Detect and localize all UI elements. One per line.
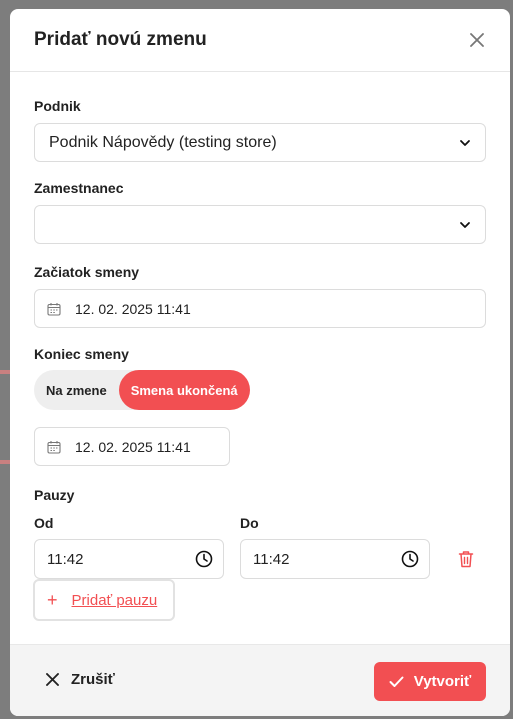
clock-icon[interactable] <box>401 550 419 568</box>
modal-header: Pridať novú zmenu <box>10 9 510 72</box>
close-icon <box>46 673 59 686</box>
add-shift-modal: Pridať novú zmenu Podnik Podnik Nápovědy… <box>10 9 510 716</box>
chevron-down-icon <box>460 139 470 146</box>
trash-icon <box>458 551 474 568</box>
modal-body: Podnik Podnik Nápovědy (testing store) Z… <box>10 72 510 643</box>
pause-from-value: 11:42 <box>47 550 84 568</box>
pause-to-input[interactable]: 11:42 <box>240 539 430 579</box>
shift-status-toggle: Na zmene Smena ukončená <box>34 370 250 410</box>
store-select-value: Podnik Nápovědy (testing store) <box>49 133 277 151</box>
toggle-on-shift[interactable]: Na zmene <box>34 370 119 410</box>
pauses-label: Pauzy <box>34 487 75 503</box>
clock-icon[interactable] <box>195 550 213 568</box>
store-label: Podnik <box>34 98 81 114</box>
cancel-label: Zrušiť <box>71 671 115 688</box>
shift-start-value: 12. 02. 2025 11:41 <box>75 300 191 317</box>
plus-icon: + <box>47 590 58 610</box>
close-icon <box>470 33 484 47</box>
pause-from-label: Od <box>34 515 54 531</box>
calendar-icon <box>47 440 61 454</box>
toggle-shift-ended[interactable]: Smena ukončená <box>118 370 250 410</box>
employee-select[interactable] <box>34 205 486 244</box>
delete-pause-button[interactable] <box>456 549 476 569</box>
create-button[interactable]: Vytvoriť <box>374 662 486 701</box>
check-icon <box>389 676 404 687</box>
add-pause-button[interactable]: + Pridať pauzu <box>33 579 175 621</box>
create-label: Vytvoriť <box>413 673 472 690</box>
pause-to-label: Do <box>240 515 259 531</box>
cancel-button[interactable]: Zrušiť <box>46 671 115 688</box>
shift-end-input[interactable]: 12. 02. 2025 11:41 <box>34 427 230 466</box>
store-select[interactable]: Podnik Nápovědy (testing store) <box>34 123 486 162</box>
pause-to-value: 11:42 <box>253 550 290 568</box>
close-button[interactable] <box>466 29 488 51</box>
employee-label: Zamestnanec <box>34 180 124 196</box>
shift-start-input[interactable]: 12. 02. 2025 11:41 <box>34 289 486 328</box>
modal-title: Pridať novú zmenu <box>34 29 207 50</box>
modal-footer: Zrušiť Vytvoriť <box>10 644 510 716</box>
shift-end-value: 12. 02. 2025 11:41 <box>75 438 191 455</box>
shift-start-label: Začiatok smeny <box>34 264 140 280</box>
add-pause-label: Pridať pauzu <box>71 591 158 609</box>
shift-end-label: Koniec smeny <box>34 346 129 362</box>
chevron-down-icon <box>460 221 470 228</box>
pause-from-input[interactable]: 11:42 <box>34 539 224 579</box>
calendar-icon <box>47 302 61 316</box>
